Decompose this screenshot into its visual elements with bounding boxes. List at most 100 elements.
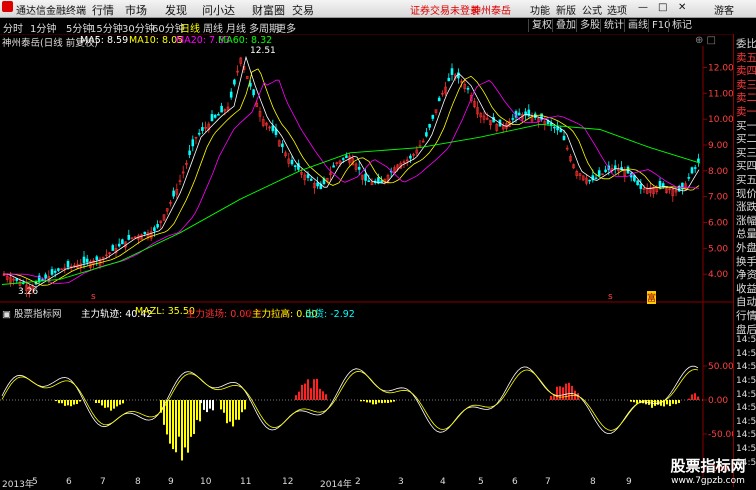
candle-body [191,139,195,147]
indicator-bar [122,400,124,404]
candle-body [658,180,662,187]
indicator-bar [76,400,78,405]
indicator-source[interactable]: ▣ 股票指标网 [2,306,62,320]
btn-fuquan[interactable]: 复权 [528,19,555,32]
period-monthly[interactable]: 月线 [226,20,246,35]
indicator-bar [669,400,671,407]
indicator-bar [190,400,192,437]
period-30min[interactable]: 30分钟 [122,20,155,35]
period-daily[interactable]: 日线 [180,20,200,35]
signal-marker: s [608,292,613,302]
low-price-label: 3.26 [18,287,38,297]
period-15min[interactable]: 15分钟 [90,20,123,35]
btn-biaoji[interactable]: 标记 [668,19,695,32]
candle-body [639,183,643,189]
minimize-button[interactable]: — [638,2,648,13]
quote-side-panel: 委比 卖五 卖四 卖三 卖二 卖一 买一 买二 买三 买四 买五 现价 涨跌 涨幅 总量 外盘 换手 净资 收益 自动… [733,34,756,487]
indicator-bar [319,388,321,400]
signal-marker: 富 [647,291,657,304]
indicator-bar [193,400,195,435]
candle-body [341,158,345,160]
candle-body [597,170,601,177]
indicator-bar [166,400,168,435]
btn-duogu[interactable]: 多股 [576,19,603,32]
candle-body [66,261,70,268]
candle-body [697,158,700,163]
indicator-bar [169,400,171,444]
indicator-bar [688,398,690,400]
title-bar: 通达信金融终端 行情 市场 发现 问小达 财富圈 交易 证券交易未登录 神州泰岳… [0,0,756,18]
candle-body [50,269,54,275]
candle-body [53,270,57,273]
candle-body [306,174,310,179]
menu-xinban[interactable]: 新版 [556,2,576,17]
login-notice[interactable]: 证券交易未登录 [410,2,480,17]
indicator-bar [79,400,81,402]
indicator-bar [568,382,570,400]
candle-body [588,179,591,182]
indicator-bar [565,383,567,400]
candle-body [367,180,371,183]
candle-body [466,87,470,90]
menu-jiaoyi[interactable]: 交易 [292,2,314,18]
indicator-bar [322,391,324,400]
indicator-bar [238,400,240,420]
period-fenshi[interactable]: 分时 [3,20,23,35]
candle-body [111,245,115,251]
indicator-bar [678,400,680,404]
indicator-bar [104,400,106,408]
settings-icon[interactable]: ⊕ □ [695,35,716,46]
period-multi[interactable]: 多周期 [249,20,279,35]
indicator-bar [187,400,189,453]
ma10-line [3,68,700,286]
ma60-line [1,123,701,285]
guest-label[interactable]: 游客 [714,2,734,17]
ma20-line [3,79,700,285]
stock-link[interactable]: 神州泰岳 [471,2,511,17]
menu-caifuquan[interactable]: 财富圈 [252,2,285,18]
side-panel-item: 14:56 [736,376,756,386]
period-weekly[interactable]: 周线 [203,20,223,35]
indicator-bar [694,393,696,400]
indicator-bar [206,400,208,413]
period-more[interactable]: 更多 [276,20,296,35]
menu-xuanxiang[interactable]: 选项 [607,2,627,17]
date-label: 8 [135,477,141,487]
indicator-bar [95,400,97,404]
app-title: 通达信金融终端 [16,6,86,17]
price-tick: 9.00 [708,141,728,151]
menu-hangqing[interactable]: 行情 [92,2,114,18]
period-1min[interactable]: 1分钟 [30,20,56,35]
period-5min[interactable]: 5分钟 [66,20,92,35]
candle-body [293,165,297,167]
candle-body [156,224,159,228]
date-label: 7 [100,477,106,487]
close-button[interactable]: ✕ [678,2,686,13]
indicator-bar [241,400,243,413]
indicator-bar [571,385,573,400]
side-panel-item: 14:56 [736,416,756,427]
btn-tongji[interactable]: 统计 [600,19,627,32]
maximize-button[interactable]: □ [658,2,667,13]
menu-gongshi[interactable]: 公式 [582,2,602,17]
candle-body [229,91,233,98]
menu-shichang[interactable]: 市场 [125,2,147,18]
candle-body [309,178,313,181]
watermark-title: 股票指标网 [670,457,746,475]
date-label: 2013年 [2,480,34,490]
candle-body [345,155,348,159]
btn-huaxian[interactable]: 画线 [624,19,651,32]
btn-diejia[interactable]: 叠加 [552,19,579,32]
candle-body [188,150,191,155]
candle-body [559,129,563,133]
kline-chart[interactable]: 12.51 3.26 12.00 11.00 10.00 9.00 8.00 7.00 6.… [0,46,733,478]
menu-gongneng[interactable]: 功能 [530,2,550,17]
candle-body [127,234,131,240]
indicator-bar [110,400,112,411]
candle-body [450,68,454,75]
menu-wenxiaoda[interactable]: 问小达 [202,2,235,18]
menu-faxian[interactable]: 发现 [165,2,187,18]
price-tick: 5.00 [708,244,728,254]
candle-body [153,227,156,232]
indicator-bar [313,379,315,400]
